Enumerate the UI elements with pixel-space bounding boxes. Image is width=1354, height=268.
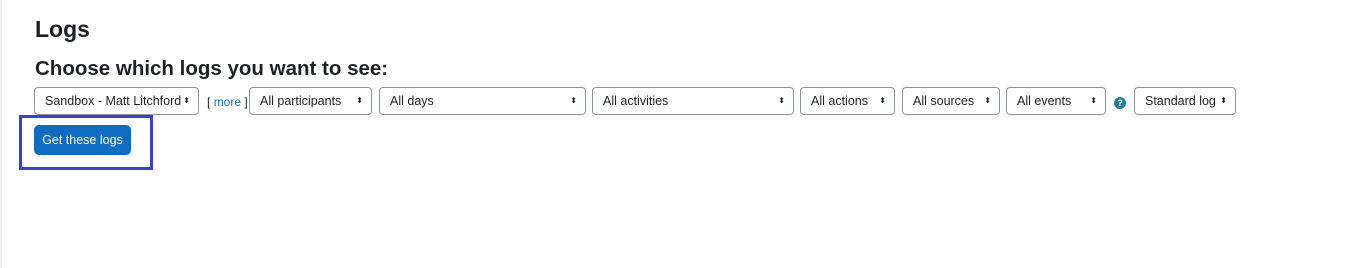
events-select-value: All events [1017,94,1072,108]
participants-select[interactable]: All participants ⬍ [249,87,372,115]
more-courses-link[interactable]: more [214,95,241,109]
sources-select-value: All sources [913,94,975,108]
actions-select[interactable]: All actions ⬍ [800,87,895,115]
page-left-edge [0,0,2,268]
log-store-select[interactable]: Standard log ⬍ [1134,87,1236,115]
logs-form-heading: Choose which logs you want to see: [35,57,389,80]
select-arrows-icon: ⬍ [984,96,991,105]
more-bracket-open: [ [207,95,211,109]
course-select-value: Sandbox - Matt Litchford [45,94,182,108]
course-select[interactable]: Sandbox - Matt Litchford ⬍ [34,87,199,115]
activities-select-value: All activities [603,94,669,108]
days-select-value: All days [390,94,434,108]
page-title: Logs [35,16,90,42]
select-arrows-icon: ⬍ [356,96,363,105]
select-arrows-icon: ⬍ [183,96,190,105]
get-these-logs-button[interactable]: Get these logs [34,125,131,155]
events-select[interactable]: All events ⬍ [1006,87,1106,115]
log-store-select-value: Standard log [1145,94,1216,108]
actions-select-value: All actions [811,94,868,108]
select-arrows-icon: ⬍ [1220,96,1227,105]
more-courses-link-wrapper: [ more ] [207,95,248,109]
select-arrows-icon: ⬍ [570,96,577,105]
activities-select[interactable]: All activities ⬍ [592,87,794,115]
more-bracket-close: ] [244,95,248,109]
select-arrows-icon: ⬍ [1090,96,1097,105]
sources-select[interactable]: All sources ⬍ [902,87,1000,115]
participants-select-value: All participants [260,94,342,108]
select-arrows-icon: ⬍ [778,96,785,105]
select-arrows-icon: ⬍ [879,96,886,105]
question-circle-icon[interactable]: ? [1114,97,1126,109]
days-select[interactable]: All days ⬍ [379,87,586,115]
